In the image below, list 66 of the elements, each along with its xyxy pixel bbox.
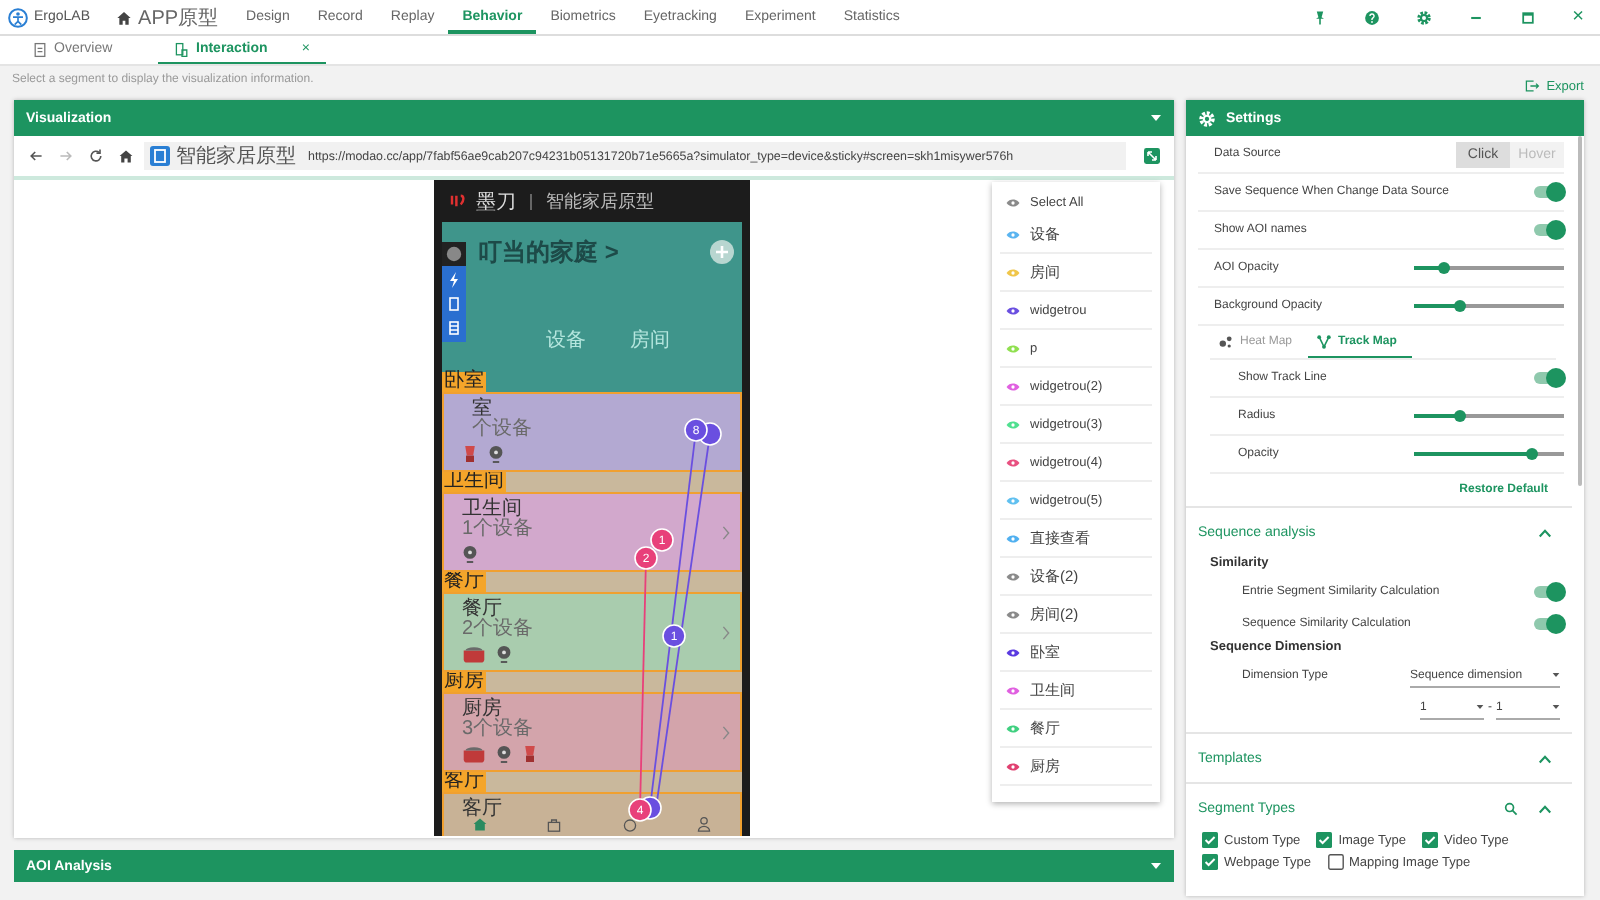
pot-icon [462, 744, 486, 764]
caret-icon[interactable] [1150, 114, 1162, 122]
person-icon[interactable] [696, 816, 713, 832]
device-count: 个设备 [472, 420, 532, 440]
device-count: 3个设备 [462, 720, 534, 740]
fan-icon [496, 644, 512, 664]
room-name: 客厅 [462, 798, 502, 820]
prototype-title: 智能家居原型 [546, 190, 654, 214]
scrollbar[interactable] [1578, 136, 1582, 486]
chevron-icon [722, 626, 730, 640]
circle-icon[interactable] [621, 816, 638, 832]
aoi-label: 卧室 [442, 372, 486, 392]
settings-icon[interactable] [1416, 9, 1433, 25]
chevron-icon [722, 526, 730, 540]
export-icon [1524, 78, 1541, 94]
home-icon[interactable] [118, 148, 134, 164]
home-title: 叮当的家庭 > [478, 235, 619, 269]
chevron-icon [722, 726, 730, 740]
caret-icon [1552, 704, 1560, 710]
note-icon[interactable] [444, 294, 464, 314]
fan-icon [462, 544, 478, 564]
blender-icon [522, 744, 538, 764]
dots-icon [1218, 333, 1234, 349]
toggle-switch[interactable] [1534, 186, 1560, 198]
search-icon[interactable] [1504, 801, 1518, 815]
room-name: 餐厅 [462, 598, 502, 620]
settings-icon [1198, 109, 1216, 127]
house-icon [116, 9, 133, 25]
chevron-icon[interactable] [1538, 527, 1552, 537]
logo-icon [8, 7, 28, 27]
brand-name: 墨刀 [476, 189, 516, 215]
room-card[interactable]: 厨房 3个设备 [442, 692, 742, 772]
pot-icon [462, 644, 486, 664]
device-count: 2个设备 [462, 620, 534, 640]
back-icon[interactable] [28, 148, 44, 164]
expand-icon[interactable] [1144, 148, 1160, 164]
blender-icon [462, 444, 478, 464]
bag-icon[interactable] [546, 816, 563, 832]
page-icon [150, 146, 170, 166]
caret-icon [1476, 704, 1484, 710]
menu-tab[interactable]: APP原型 [102, 0, 233, 34]
add-icon[interactable] [710, 240, 734, 264]
caret-icon [1552, 672, 1560, 678]
toggle-switch[interactable] [1534, 224, 1560, 236]
pin-icon[interactable] [1312, 9, 1329, 25]
fan-icon [496, 744, 512, 764]
help-icon[interactable] [1364, 9, 1381, 25]
toggle-switch[interactable] [1534, 586, 1560, 598]
toggle-switch[interactable] [1534, 372, 1560, 384]
fan-icon [488, 444, 504, 464]
maximize-icon[interactable] [1520, 9, 1537, 25]
device-count: 1个设备 [462, 520, 534, 540]
room-name: 室 [472, 398, 492, 420]
logo-icon [450, 194, 468, 208]
list-icon[interactable] [444, 318, 464, 338]
branch-icon [1316, 333, 1333, 349]
caret-icon[interactable] [1150, 862, 1162, 870]
reload-icon[interactable] [88, 148, 104, 164]
document-icon [32, 41, 48, 57]
lightning-icon[interactable] [444, 270, 464, 290]
room-name: 卫生间 [462, 498, 522, 520]
close-button[interactable]: × [1572, 6, 1584, 28]
chevron-icon[interactable] [1538, 753, 1552, 763]
chevron-icon[interactable] [1538, 803, 1552, 813]
toggle-switch[interactable] [1534, 618, 1560, 630]
room-name: 厨房 [462, 698, 502, 720]
